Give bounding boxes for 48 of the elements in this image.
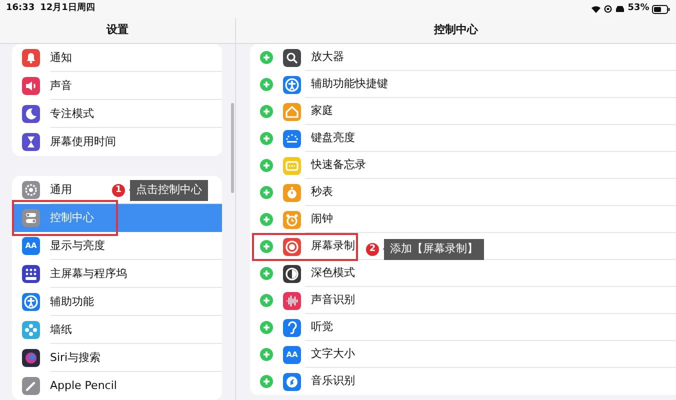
add-button[interactable]	[260, 51, 273, 64]
settings-item[interactable]: 屏幕使用时间	[12, 128, 222, 156]
settings-item[interactable]: 通知	[12, 44, 222, 72]
add-button[interactable]	[260, 321, 273, 334]
add-button[interactable]	[260, 375, 273, 388]
annotation-label: 点击控制中心	[130, 180, 208, 200]
control-name: 听觉	[311, 319, 333, 336]
status-time: 16:33	[6, 2, 35, 16]
battery-icon	[652, 4, 670, 14]
add-button[interactable]	[260, 159, 273, 172]
control-name: 快速备忘录	[311, 157, 366, 174]
control-name: 秒表	[311, 184, 333, 200]
step-number-badge: 1	[112, 184, 125, 197]
settings-item[interactable]: Apple Pencil	[12, 372, 222, 400]
settings-item[interactable]: 声音	[12, 72, 222, 100]
add-button[interactable]	[260, 267, 273, 280]
control-center-title: 控制中心	[434, 22, 478, 38]
control-name: 辅助功能快捷键	[311, 76, 388, 92]
wifi-icon	[591, 5, 602, 13]
battery-percent: 53%	[628, 2, 650, 16]
settings-item[interactable]: Siri与搜索	[12, 344, 222, 372]
control-name: 家庭	[311, 103, 333, 120]
annotation-label: 添加【屏幕录制】	[384, 239, 484, 260]
status-date: 12月1日周四	[40, 2, 95, 16]
add-button[interactable]	[260, 294, 273, 307]
control-name: 深色模式	[311, 265, 355, 282]
settings-item[interactable]: 墙纸	[12, 316, 222, 344]
settings-item[interactable]: 专注模式	[12, 100, 222, 128]
control-name: 放大器	[311, 49, 344, 66]
add-button[interactable]	[260, 348, 273, 361]
control-name: 音乐识别	[311, 373, 355, 390]
control-name: 闹钟	[311, 211, 333, 228]
control-name: 文字大小	[311, 346, 355, 362]
settings-title: 设置	[106, 22, 128, 38]
add-button[interactable]	[260, 105, 273, 118]
add-button[interactable]	[260, 186, 273, 199]
add-button[interactable]	[260, 132, 273, 145]
car-icon	[614, 5, 625, 13]
rotation-lock-icon	[604, 5, 612, 13]
add-button[interactable]	[260, 213, 273, 226]
add-button[interactable]	[260, 240, 273, 253]
control-name: 声音识别	[311, 292, 355, 308]
control-name: 键盘亮度	[311, 130, 355, 146]
step-number-badge: 2	[366, 242, 379, 256]
settings-item[interactable]: 主屏幕与程序坞	[12, 260, 222, 288]
add-button[interactable]	[260, 78, 273, 91]
settings-item[interactable]: 辅助功能	[12, 288, 222, 316]
control-name: 屏幕录制	[311, 238, 355, 254]
